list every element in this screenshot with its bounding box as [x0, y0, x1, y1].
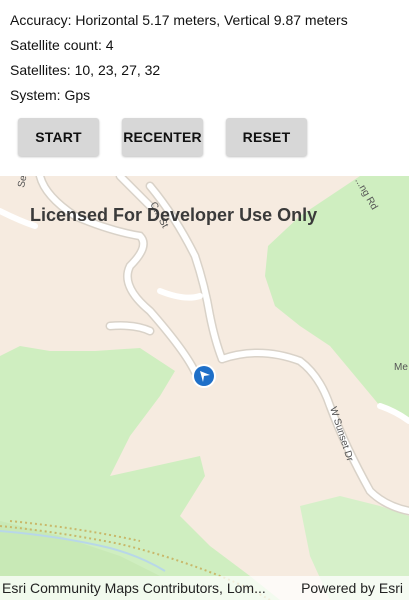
satellite-count-text: Satellite count: 4 — [10, 37, 114, 53]
attribution-text[interactable]: Esri Community Maps Contributors, Lom... — [2, 580, 282, 596]
reset-button[interactable]: RESET — [226, 118, 307, 156]
place-label-me: Me — [394, 362, 408, 373]
location-icon — [192, 364, 216, 388]
map-attribution: Esri Community Maps Contributors, Lom...… — [0, 576, 409, 600]
map-view[interactable]: Serpentine Dr C... St ...ng Rd W Sunset … — [0, 176, 409, 600]
satellites-text: Satellites: 10, 23, 27, 32 — [10, 62, 161, 78]
powered-by-esri: Powered by Esri — [301, 580, 403, 596]
start-button[interactable]: START — [18, 118, 99, 156]
status-panel: Accuracy: Horizontal 5.17 meters, Vertic… — [0, 0, 409, 176]
system-text: System: Gps — [10, 87, 91, 103]
road-label-sunset: W Sunset Dr — [327, 406, 355, 464]
developer-watermark: Licensed For Developer Use Only — [30, 205, 318, 225]
recenter-button[interactable]: RECENTER — [122, 118, 203, 156]
accuracy-text: Accuracy: Horizontal 5.17 meters, Vertic… — [10, 12, 348, 28]
